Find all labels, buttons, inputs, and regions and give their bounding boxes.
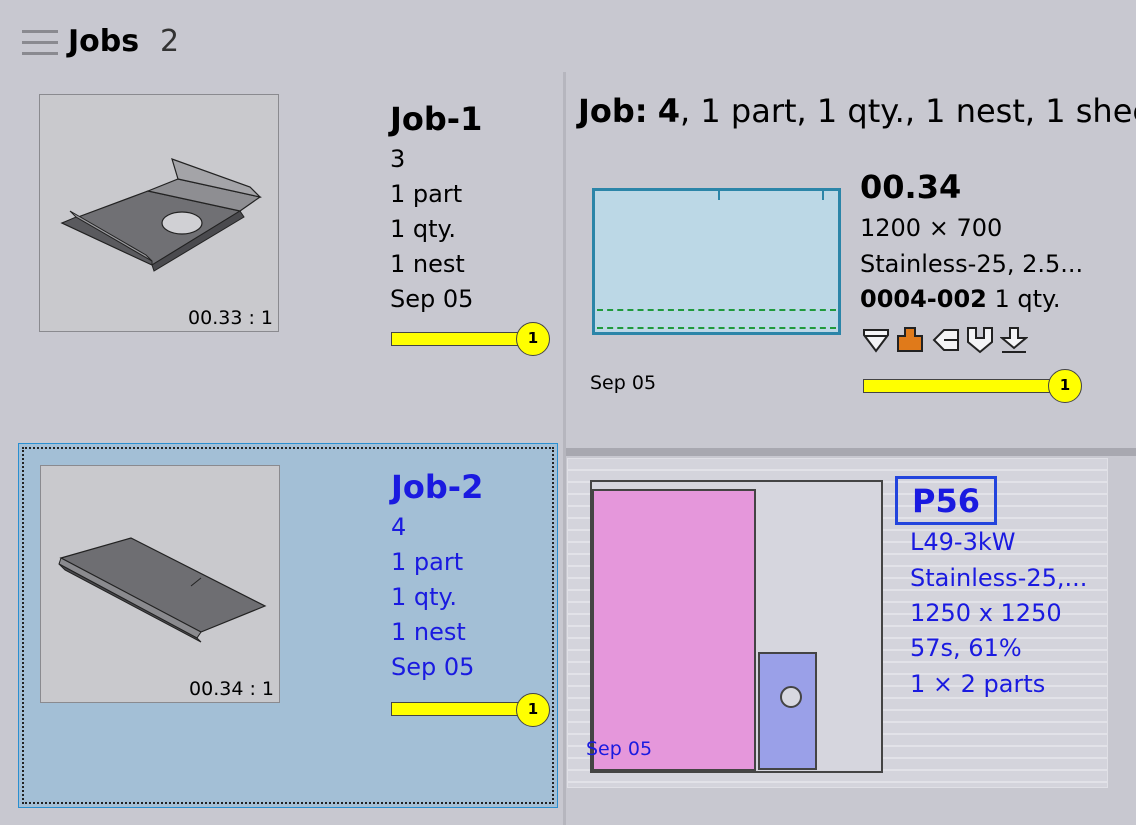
unload-down-alt-icon[interactable] (1000, 326, 1028, 354)
job-number: 3 (390, 145, 406, 173)
part-hole (780, 686, 802, 708)
job-date: Sep 05 (391, 653, 475, 681)
bend-down-icon[interactable] (862, 326, 890, 354)
nest-sheet-preview[interactable] (592, 188, 841, 335)
page-title: Jobs (68, 24, 140, 59)
job-card-job-2[interactable]: 00.34 : 1 Job-2 4 1 part 1 qty. 1 nest S… (18, 443, 558, 808)
job-info: Job-2 4 1 part 1 qty. 1 nest Sep 05 (391, 464, 483, 685)
nest-date: Sep 05 (590, 372, 657, 394)
nested-part (758, 652, 817, 770)
nest-id: 00.34 (860, 168, 962, 206)
nest-material: Stainless-25, 2.5... (860, 250, 1084, 278)
clamp-icon[interactable] (896, 326, 924, 354)
sheet-marker (822, 191, 824, 200)
scale-ratio: 00.34 : 1 (189, 678, 274, 700)
job-info: Job-1 3 1 part 1 qty. 1 nest Sep 05 (390, 96, 482, 317)
program-machine: L49-3kW (910, 528, 1016, 556)
job-nests: 1 nest (391, 618, 466, 646)
progress-bar (391, 332, 529, 346)
program-material: Stainless-25,... (910, 564, 1088, 592)
part-thumbnail: 00.33 : 1 (39, 94, 279, 332)
program-sheet-size: 1250 x 1250 (910, 599, 1062, 627)
nested-part (592, 489, 756, 771)
job-number: 4 (391, 513, 407, 541)
job-parts: 1 part (390, 180, 463, 208)
job-name: Job-2 (391, 468, 484, 506)
job-card-job-1[interactable]: 00.33 : 1 Job-1 3 1 part 1 qty. 1 nest S… (18, 76, 558, 441)
program-date: Sep 05 (586, 738, 653, 760)
nest-part-id: 0004-002 (860, 285, 987, 313)
program-time-utilization: 57s, 61% (910, 634, 1022, 662)
part-outline (597, 327, 836, 329)
job-qty: 1 qty. (390, 215, 456, 243)
part-thumbnail: 00.34 : 1 (40, 465, 280, 703)
progress-bar (391, 702, 529, 716)
progress-badge: 1 (516, 693, 550, 727)
part-3d-icon (58, 537, 267, 643)
horizontal-divider[interactable] (566, 448, 1136, 456)
job-count: 2 (160, 24, 180, 59)
nest-part-line: 0004-002 1 qty. (860, 285, 1060, 313)
nest-part-qty: 1 qty. (994, 285, 1061, 313)
part-outline (597, 309, 836, 311)
progress-badge: 1 (1048, 369, 1082, 403)
job-qty: 1 qty. (391, 583, 457, 611)
job-label: Job: (578, 92, 648, 130)
job-nests: 1 nest (390, 250, 465, 278)
job-date: Sep 05 (390, 285, 474, 313)
unload-down-icon[interactable] (966, 326, 994, 354)
job-detail-number: 4 (657, 92, 681, 130)
program-parts: 1 × 2 parts (910, 670, 1046, 698)
progress-badge: 1 (516, 322, 550, 356)
progress-bar (863, 379, 1059, 393)
sheet-marker (718, 191, 720, 200)
nest-size: 1200 × 700 (860, 214, 1003, 242)
scale-ratio: 00.33 : 1 (188, 307, 273, 329)
job-summary: , 1 part, 1 qty., 1 nest, 1 sheet (680, 92, 1136, 130)
job-detail-heading: Job: 4, 1 part, 1 qty., 1 nest, 1 sheet (578, 92, 1136, 130)
program-id-button[interactable]: P56 (895, 476, 997, 525)
unload-left-icon[interactable] (932, 326, 960, 354)
job-parts: 1 part (391, 548, 464, 576)
job-name: Job-1 (390, 100, 483, 138)
menu-icon[interactable] (22, 30, 58, 56)
part-3d-icon (60, 158, 262, 272)
